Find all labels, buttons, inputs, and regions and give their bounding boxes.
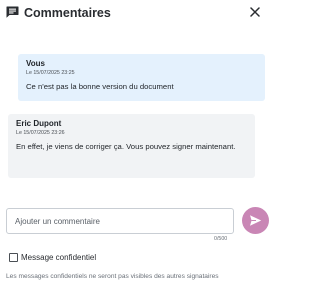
message-own: Vous Le 15/07/2025 23:25 Ce n'est pas la…: [18, 54, 265, 101]
message-date: Le 15/07/2025 23:26: [16, 130, 65, 136]
message-text: En effet, je viens de corriger ça. Vous …: [16, 142, 236, 151]
close-icon: [250, 7, 260, 17]
panel-title: Commentaires: [24, 6, 111, 20]
send-button[interactable]: [242, 207, 269, 234]
confidential-label[interactable]: Message confidentiel: [21, 252, 96, 263]
comment-input-wrapper: [6, 208, 234, 234]
character-counter: 0/500: [214, 236, 228, 242]
message-text: Ce n'est pas la bonne version du documen…: [26, 82, 174, 91]
close-button[interactable]: [248, 5, 262, 19]
comments-panel: Commentaires Vous Le 15/07/2025 23:25 Ce…: [0, 0, 276, 300]
message-author: Eric Dupont: [16, 119, 62, 128]
panel-header: Commentaires: [0, 0, 276, 28]
send-icon: [250, 215, 262, 226]
confidential-checkbox[interactable]: [9, 253, 18, 262]
message-author: Vous: [26, 59, 45, 68]
confidential-note: Les messages confidentiels ne seront pas…: [6, 273, 219, 280]
comment-icon: [6, 6, 19, 18]
message-other: Eric Dupont Le 15/07/2025 23:26 En effet…: [8, 114, 255, 178]
message-date: Le 15/07/2025 23:25: [26, 70, 75, 76]
comment-input[interactable]: [7, 209, 233, 233]
